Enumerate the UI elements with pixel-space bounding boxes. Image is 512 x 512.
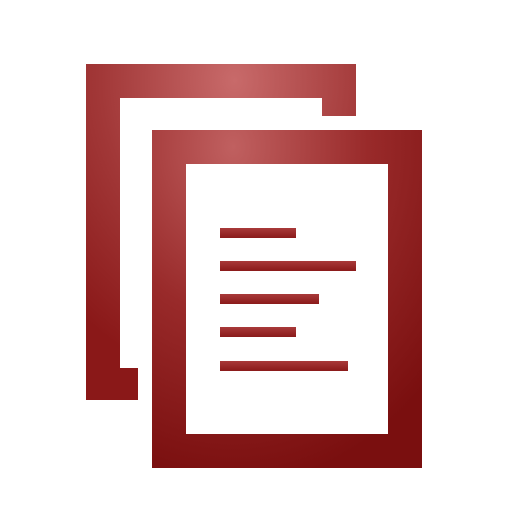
text-line-2	[220, 261, 356, 271]
text-line-3	[220, 294, 319, 304]
text-line-5	[220, 361, 348, 371]
text-line-1	[220, 228, 296, 238]
copy-documents-icon	[86, 64, 422, 468]
text-line-4	[220, 327, 296, 337]
icon-canvas	[0, 0, 512, 512]
